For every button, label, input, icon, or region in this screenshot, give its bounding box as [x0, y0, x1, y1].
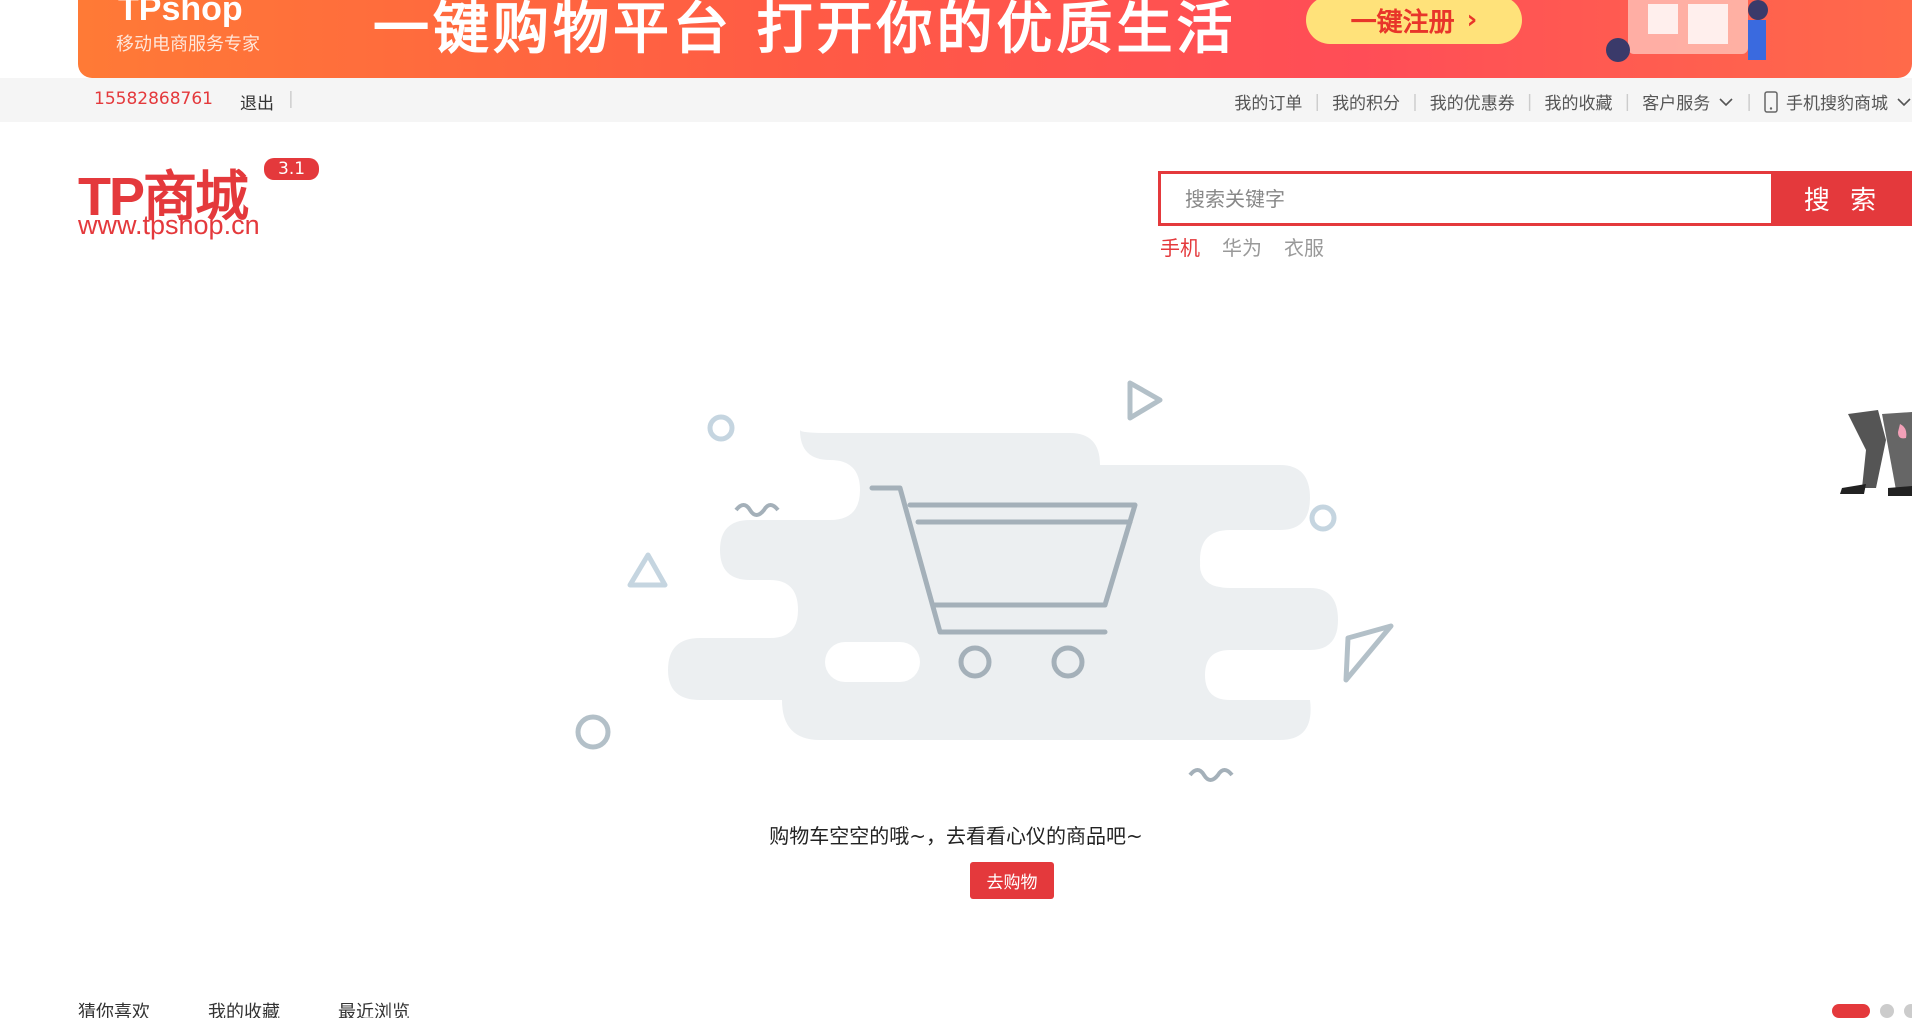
- carousel-dot[interactable]: [1904, 1004, 1912, 1018]
- register-button-label: 一键注册: [1350, 7, 1455, 38]
- hot-keyword[interactable]: 衣服: [1284, 232, 1324, 261]
- banner-subtitle: 移动电商服务专家: [116, 34, 260, 55]
- tab-recently-viewed[interactable]: 最近浏览: [338, 998, 410, 1018]
- banner-illustration: [1606, 0, 1768, 62]
- version-badge: 3.1: [264, 158, 320, 180]
- mobile-mall-label: 手机搜豹商城: [1786, 94, 1888, 114]
- empty-cart-illustration: [575, 380, 1394, 782]
- my-orders-link[interactable]: 我的订单: [1234, 89, 1302, 114]
- mobile-phone-icon: [1764, 90, 1778, 113]
- bottom-tabs: 猜你喜欢 我的收藏 最近浏览: [78, 998, 410, 1018]
- register-button[interactable]: 一键注册 ›: [1306, 0, 1522, 44]
- chevron-down-icon: [1897, 97, 1911, 106]
- carousel-pagination: [1832, 1004, 1912, 1018]
- divider: |: [1526, 91, 1533, 112]
- search-button[interactable]: 搜 索: [1771, 171, 1912, 226]
- customer-service-menu[interactable]: 客户服务: [1642, 89, 1734, 114]
- chevron-down-icon: [1719, 97, 1733, 106]
- top-banner[interactable]: TPshop 移动电商服务专家 一键购物平台 打开你的优质生活 一键注册 ›: [0, 0, 1912, 78]
- chevron-right-icon: ›: [1466, 5, 1478, 35]
- logout-link[interactable]: 退出: [240, 89, 274, 114]
- divider: |: [1746, 91, 1752, 112]
- tab-my-favorites[interactable]: 我的收藏: [208, 998, 280, 1018]
- mobile-mall-menu[interactable]: 手机搜豹商城: [1764, 89, 1912, 114]
- divider: |: [288, 89, 294, 109]
- mascot-illustration[interactable]: [1838, 410, 1912, 500]
- my-coupons-link[interactable]: 我的优惠券: [1430, 89, 1515, 114]
- carousel-dot[interactable]: [1880, 1004, 1894, 1018]
- empty-cart-message: 购物车空空的哦~，去看看心仪的商品吧~: [769, 824, 1143, 848]
- top-nav: 我的订单 | 我的积分 | 我的优惠券 | 我的收藏 | 客户服务 | 手机搜豹…: [1234, 89, 1912, 114]
- top-bar: 15582868761 退出 | 我的订单 | 我的积分 | 我的优惠券 | 我…: [0, 78, 1912, 122]
- tab-guess-you-like[interactable]: 猜你喜欢: [78, 998, 150, 1018]
- customer-service-label: 客户服务: [1642, 94, 1711, 114]
- divider: |: [1624, 91, 1631, 112]
- search-input[interactable]: [1161, 174, 1769, 223]
- banner-brand: TPshop: [118, 0, 243, 28]
- carousel-dot[interactable]: [1832, 1004, 1870, 1018]
- go-shopping-button[interactable]: 去购物: [970, 862, 1054, 899]
- site-logo[interactable]: TP商城 3.1 www.tpshop.cn: [78, 152, 328, 242]
- hot-keyword[interactable]: 手机: [1160, 232, 1200, 261]
- user-phone-link[interactable]: 15582868761: [94, 89, 213, 109]
- divider: |: [1412, 91, 1418, 112]
- logo-url: www.tpshop.cn: [78, 210, 260, 240]
- hot-keywords: 手机 华为 衣服: [1160, 232, 1324, 261]
- hot-keyword[interactable]: 华为: [1222, 232, 1262, 261]
- banner-ad[interactable]: TPshop 移动电商服务专家 一键购物平台 打开你的优质生活 一键注册 ›: [78, 0, 1912, 78]
- banner-slogan: 一键购物平台 打开你的优质生活: [373, 0, 1237, 62]
- my-points-link[interactable]: 我的积分: [1332, 89, 1400, 114]
- search-bar: 搜 索: [1158, 171, 1912, 226]
- divider: |: [1314, 91, 1321, 112]
- my-favorites-link[interactable]: 我的收藏: [1545, 89, 1613, 114]
